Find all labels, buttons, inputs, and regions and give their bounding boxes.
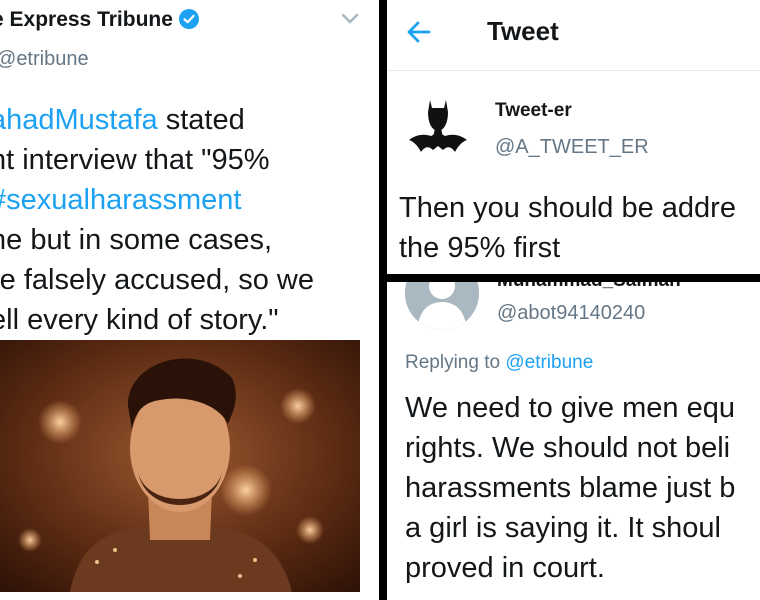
header-title: Tweet — [487, 16, 559, 46]
tweet-body: Then you should be addre the 95% first — [399, 188, 760, 268]
replying-prefix: Replying to — [405, 352, 501, 373]
body-text: nt interview that "95% — [0, 144, 270, 176]
replying-to-link[interactable]: @etribune — [505, 352, 593, 373]
batman-avatar-icon[interactable] — [401, 88, 475, 162]
tweet-body-line: rights. We should not beli — [405, 432, 731, 464]
tweet-body-line: the 95% first — [399, 232, 561, 264]
tweet-detail-card: Tweet Tweet-er @A_TWEET_ER Then you shou… — [387, 0, 760, 274]
author-handle[interactable]: @etribune — [0, 48, 89, 71]
tweet-body-line: harassments blame just b — [405, 472, 736, 504]
tweet-body-line: ahadMustafa stated — [0, 100, 379, 140]
header-bar: Tweet — [387, 0, 760, 71]
author-handle[interactable]: @abot94140240 — [497, 302, 645, 325]
tweet-author-row[interactable]: e Express Tribune — [0, 8, 199, 35]
tweet-body-line: a girl is saying it. It shoul — [405, 512, 721, 544]
author-handle-text: etribune — [16, 48, 89, 70]
tweet-body-line: nt interview that "95% — [0, 140, 379, 180]
reply-tweet-card: Muhammad_Salman @abot94140240 Replying t… — [387, 282, 760, 600]
tweet-body: We need to give men equ rights. We should… — [405, 388, 760, 588]
body-text: re falsely accused, so we — [0, 264, 314, 296]
default-profile-icon[interactable] — [405, 282, 479, 330]
verified-badge-icon — [178, 9, 199, 35]
tweet-body: ahadMustafa stated nt interview that "95%… — [0, 100, 379, 340]
tweet-body-line: ne but in some cases, — [0, 220, 379, 260]
tweet-body-line: ell every kind of story." — [0, 300, 379, 340]
author-handle[interactable]: @A_TWEET_ER — [495, 136, 649, 159]
at-sign: @ — [0, 48, 16, 70]
tweet-body-line: proved in court. — [405, 552, 605, 584]
tweet-body-line: re falsely accused, so we — [0, 260, 379, 300]
replying-to-line: Replying to @etribune — [405, 352, 593, 374]
left-tweet-card: e Express Tribune @etribune ahadMustafa … — [0, 0, 379, 600]
hashtag-link[interactable]: ahadMustafa — [0, 104, 158, 136]
tweet-photo[interactable] — [0, 340, 360, 592]
author-name[interactable]: Tweet-er — [495, 100, 572, 122]
chevron-down-icon[interactable] — [340, 12, 360, 31]
back-arrow-icon[interactable] — [405, 18, 433, 51]
tweet-body-line: Then you should be addre — [399, 192, 736, 224]
author-name[interactable]: e Express Tribune — [0, 8, 173, 31]
tweet-body-line: #sexualharassment — [0, 180, 379, 220]
tweet-body-line: We need to give men equ — [405, 392, 735, 424]
body-text: stated — [157, 104, 245, 136]
hashtag-link[interactable]: #sexualharassment — [0, 184, 241, 216]
author-name[interactable]: Muhammad_Salman — [497, 282, 681, 292]
body-text: ne but in some cases, — [0, 224, 273, 256]
body-text: ell every kind of story." — [0, 304, 279, 336]
